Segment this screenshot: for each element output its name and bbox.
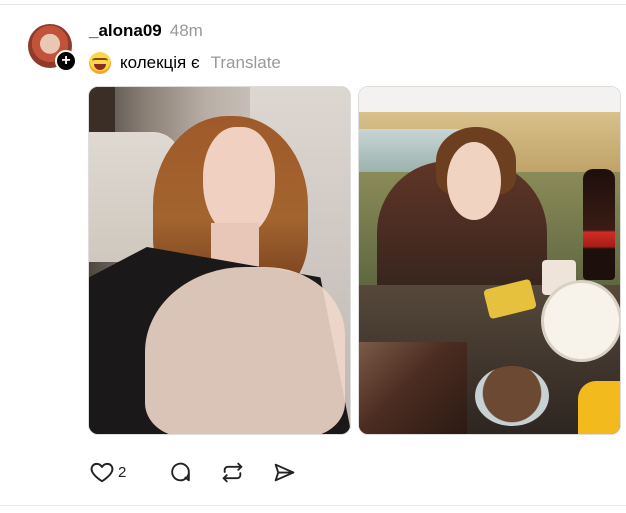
photo-man-head <box>89 87 115 132</box>
photo-bottle <box>583 169 615 280</box>
photo-arm <box>145 267 345 434</box>
photo-face <box>447 142 501 220</box>
like-button[interactable]: 2 <box>87 457 143 487</box>
repost-icon[interactable] <box>217 457 247 487</box>
timestamp[interactable]: 48m <box>170 21 203 41</box>
plus-icon[interactable]: + <box>55 50 77 72</box>
comment-icon[interactable] <box>165 457 195 487</box>
avatar-container[interactable]: + <box>28 24 77 72</box>
caption-text: колекція є <box>120 53 200 72</box>
share-icon[interactable] <box>269 457 299 487</box>
photo-2[interactable] <box>358 86 621 435</box>
photo-meat <box>359 342 467 434</box>
photo-yellow-object <box>578 381 620 434</box>
post-caption: колекція є Translate <box>89 51 281 75</box>
like-count: 2 <box>118 463 127 481</box>
post-actions: 2 <box>87 457 299 487</box>
photo-pot <box>541 280 620 362</box>
photo-bowl <box>475 366 549 426</box>
translate-link[interactable]: Translate <box>211 53 281 73</box>
bottom-divider <box>0 505 626 506</box>
photo-1[interactable] <box>88 86 351 435</box>
laughing-emoji-icon <box>89 52 111 74</box>
top-divider <box>0 4 626 5</box>
photo-face <box>203 127 275 237</box>
username[interactable]: _alona09 <box>89 21 162 41</box>
heart-icon[interactable] <box>87 457 117 487</box>
post-header: _alona09 48m <box>89 21 203 45</box>
